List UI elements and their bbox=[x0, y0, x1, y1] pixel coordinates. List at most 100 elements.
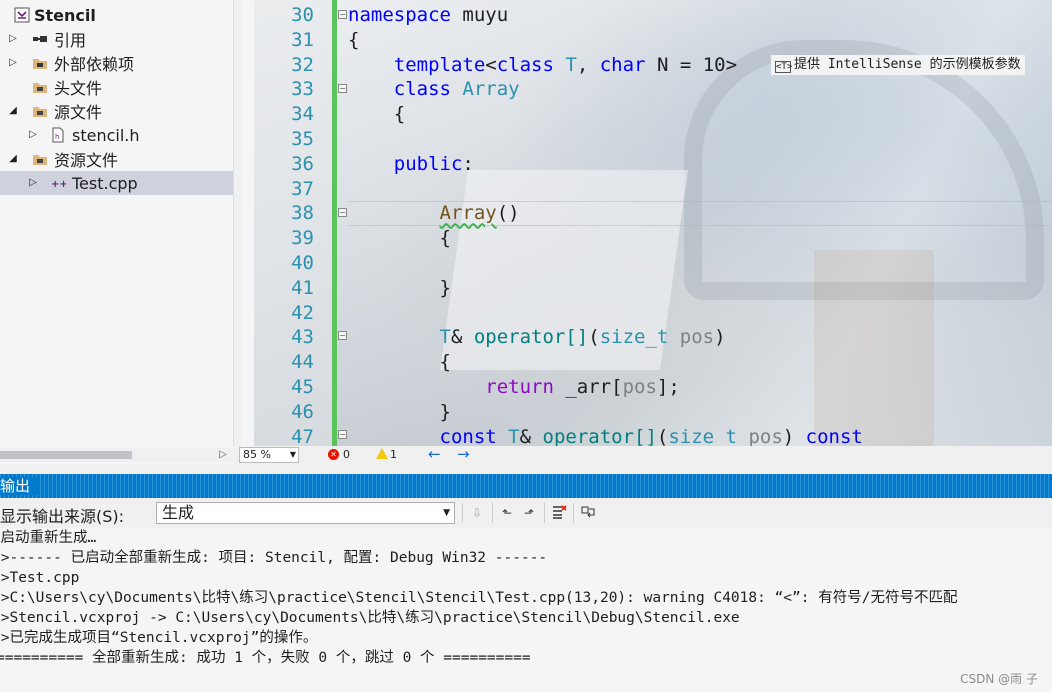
code-line[interactable]: } bbox=[348, 276, 451, 301]
output-line: 1>------ 已启动全部重新生成: 项目: Stencil, 配置: Deb… bbox=[0, 550, 548, 566]
svg-text:++: ++ bbox=[51, 179, 66, 190]
line-number: 43 bbox=[291, 326, 314, 349]
line-number: 46 bbox=[291, 400, 314, 423]
output-line: 1>Test.cpp bbox=[0, 570, 80, 586]
tree-item-solution[interactable]: Stencil bbox=[0, 3, 233, 27]
toolbar-separator bbox=[573, 503, 574, 523]
toolbar-separator bbox=[462, 503, 463, 523]
expander-icon[interactable]: ▷ bbox=[6, 56, 20, 70]
code-line[interactable]: template<class T, char N = 10> bbox=[348, 53, 737, 78]
panel-gap bbox=[0, 464, 1052, 474]
error-count[interactable]: 0 bbox=[343, 448, 350, 461]
code-line[interactable]: return _arr[pos]; bbox=[348, 375, 680, 400]
output-panel-title[interactable]: 输出 bbox=[0, 474, 1052, 498]
error-icon[interactable]: ✕ bbox=[328, 449, 339, 460]
line-number: 31 bbox=[291, 28, 314, 51]
zoom-select[interactable]: 85 % ▼ bbox=[239, 447, 299, 463]
warning-icon[interactable] bbox=[376, 448, 388, 459]
scrollbar-thumb[interactable] bbox=[0, 451, 132, 459]
expander-icon[interactable]: ▷ bbox=[6, 32, 20, 46]
line-number: 37 bbox=[291, 177, 314, 200]
line-number: 45 bbox=[291, 376, 314, 398]
tree-item-external-deps[interactable]: ▷ 外部依赖项 bbox=[0, 51, 233, 75]
fold-icon[interactable]: − bbox=[338, 10, 347, 19]
output-line: 已启动重新生成… bbox=[0, 530, 97, 546]
code-line[interactable]: const T& operator[](size_t pos) const bbox=[348, 425, 863, 446]
tree-item-resource-files[interactable]: ◢ 资源文件 bbox=[0, 147, 233, 171]
line-number: 41 bbox=[291, 276, 314, 299]
solution-explorer: Stencil ▷ 引用 ▷ 外部依赖项 头文件 ◢ 源文件 ▷ h stenc… bbox=[0, 0, 233, 446]
tree-item-label: 外部依赖项 bbox=[54, 55, 135, 74]
line-number: 42 bbox=[291, 301, 314, 324]
output-text-area[interactable]: 已启动重新生成… 1>------ 已启动全部重新生成: 项目: Stencil… bbox=[0, 528, 1052, 692]
chevron-down-icon: ▼ bbox=[443, 508, 450, 518]
tree-item-source-files[interactable]: ◢ 源文件 bbox=[0, 99, 233, 123]
code-line[interactable] bbox=[348, 177, 359, 202]
go-to-next-message-icon[interactable]: ⬏ bbox=[520, 504, 538, 522]
code-line[interactable]: { bbox=[348, 28, 359, 53]
line-number: 33 bbox=[291, 78, 314, 101]
output-source-value: 生成 bbox=[162, 503, 195, 522]
output-toolbar: 显示输出来源(S): 生成 ▼ ⇩ ⬑ ⬏ bbox=[0, 498, 1052, 528]
cpp-file-icon: ++ bbox=[50, 175, 66, 191]
code-line[interactable] bbox=[348, 127, 359, 152]
code-line[interactable]: { bbox=[348, 102, 405, 127]
header-file-icon: h bbox=[50, 127, 66, 143]
chevron-down-icon: ▼ bbox=[289, 450, 296, 459]
folder-icon bbox=[32, 103, 48, 119]
change-tracking-bar bbox=[332, 0, 337, 446]
scroll-right-icon[interactable]: ▷ bbox=[219, 448, 227, 462]
folder-icon bbox=[32, 151, 48, 167]
line-number: 44 bbox=[291, 351, 314, 374]
tree-item-header-files[interactable]: 头文件 bbox=[0, 75, 233, 99]
panel-splitter[interactable] bbox=[233, 0, 241, 462]
expander-icon[interactable]: ▷ bbox=[26, 176, 40, 190]
clear-all-icon[interactable] bbox=[550, 504, 568, 522]
solution-icon bbox=[14, 7, 30, 23]
tree-item-test-cpp[interactable]: ▷ ++ Test.cpp bbox=[0, 171, 233, 195]
navigate-forward-icon[interactable]: → bbox=[457, 445, 470, 463]
code-line[interactable]: class Array bbox=[348, 77, 520, 102]
navigate-back-icon[interactable]: ← bbox=[428, 445, 441, 463]
tree-item-label: 头文件 bbox=[54, 79, 103, 98]
line-number: 36 bbox=[291, 152, 314, 175]
output-line: ========== 全部重新生成: 成功 1 个，失败 0 个，跳过 0 个 … bbox=[0, 650, 531, 666]
code-line[interactable] bbox=[348, 301, 359, 326]
code-line[interactable] bbox=[348, 251, 359, 276]
intellisense-template-hint[interactable]: <T> 提供 IntelliSense 的示例模板参数 bbox=[771, 55, 1025, 75]
external-deps-icon bbox=[32, 55, 48, 71]
code-editor[interactable]: 30 31 32 33 34 35 36 37 38 39 40 41 42 43 44 45 46 47 − −… bbox=[254, 0, 1052, 446]
tree-item-references[interactable]: ▷ 引用 bbox=[0, 27, 233, 51]
output-source-select[interactable]: 生成 ▼ bbox=[156, 502, 455, 524]
output-source-label: 显示输出来源(S): bbox=[0, 507, 125, 526]
code-line[interactable]: namespace muyu bbox=[348, 3, 508, 28]
tree-item-label: 资源文件 bbox=[54, 151, 119, 170]
fold-icon[interactable]: − bbox=[338, 84, 347, 93]
watermark: CSDN @雨 子 bbox=[960, 672, 1038, 686]
code-line[interactable]: T& operator[](size_t pos) bbox=[348, 325, 726, 350]
zoom-value: 85 % bbox=[243, 448, 271, 461]
hint-text: 提供 IntelliSense 的示例模板参数 bbox=[794, 57, 1021, 72]
line-number: 34 bbox=[291, 103, 314, 126]
warning-count[interactable]: 1 bbox=[390, 448, 397, 461]
toggle-word-wrap-icon[interactable] bbox=[579, 504, 597, 522]
expander-icon[interactable]: ◢ bbox=[6, 152, 20, 166]
fold-icon[interactable]: − bbox=[338, 430, 347, 439]
line-number: 32 bbox=[291, 53, 314, 76]
folder-icon bbox=[32, 79, 48, 95]
explorer-horizontal-scrollbar[interactable]: ▷ bbox=[0, 448, 233, 462]
toolbar-separator bbox=[544, 503, 545, 523]
code-line[interactable]: { bbox=[348, 350, 451, 375]
fold-icon[interactable]: − bbox=[338, 331, 347, 340]
go-to-previous-message-icon[interactable]: ⬑ bbox=[498, 504, 516, 522]
fold-icon[interactable]: − bbox=[338, 208, 347, 217]
find-message-icon[interactable]: ⇩ bbox=[468, 504, 486, 522]
tree-item-stencil-h[interactable]: ▷ h stencil.h bbox=[0, 123, 233, 147]
code-line[interactable]: public: bbox=[348, 152, 474, 177]
tree-item-label: 源文件 bbox=[54, 103, 103, 122]
code-line[interactable]: Array() bbox=[348, 201, 520, 226]
code-line[interactable]: { bbox=[348, 226, 451, 251]
expander-icon[interactable]: ▷ bbox=[26, 128, 40, 142]
code-line[interactable]: } bbox=[348, 400, 451, 425]
expander-icon[interactable]: ◢ bbox=[6, 104, 20, 118]
